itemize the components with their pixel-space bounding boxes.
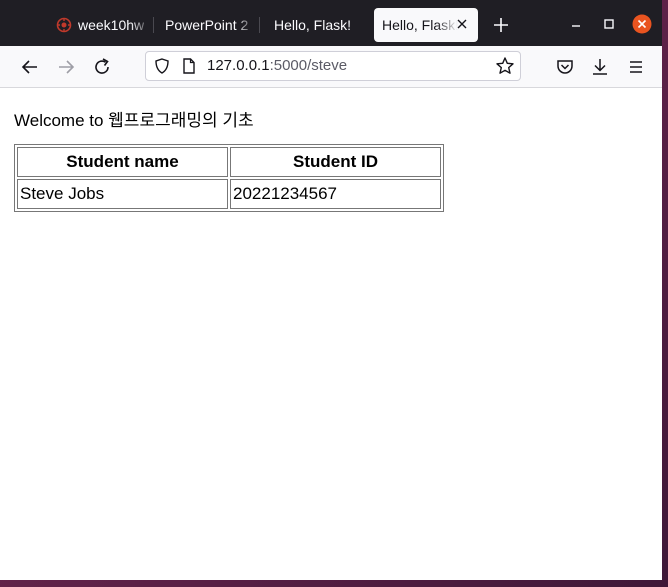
back-button[interactable] (19, 56, 41, 78)
menu-button[interactable] (625, 56, 647, 78)
new-tab-button[interactable] (490, 14, 512, 36)
url-text[interactable]: 127.0.0.1:5000/steve (207, 52, 347, 80)
url-host: 127.0.0.1 (207, 57, 270, 74)
arrow-right-icon (59, 60, 75, 74)
url-bar[interactable]: 127.0.0.1:5000/steve (145, 51, 521, 81)
pocket-button[interactable] (554, 56, 576, 78)
tab-week10hw[interactable]: week10hw (48, 8, 152, 42)
pocket-icon (557, 60, 573, 74)
shield-icon[interactable] (153, 57, 171, 75)
tab-close-button[interactable] (454, 16, 470, 32)
tab-hello-flask[interactable]: Hello, Flask! (266, 8, 366, 42)
close-window-icon (632, 14, 652, 34)
arrow-left-icon (21, 60, 37, 74)
table-header-row: Student name Student ID (17, 147, 441, 177)
cell-student-id: 20221234567 (230, 179, 441, 209)
close-window-button[interactable] (632, 14, 652, 34)
tab-bar: week10hw PowerPoint 2 Hello, Flask! Hell… (0, 0, 662, 46)
maximize-icon (604, 19, 614, 29)
table-row: Steve Jobs 20221234567 (17, 179, 441, 209)
reload-icon (95, 58, 109, 74)
forward-button[interactable] (55, 56, 77, 78)
tab-separator (259, 17, 260, 33)
tab-hello-flask-active[interactable]: Hello, Flask! (374, 8, 478, 42)
plus-icon (494, 18, 508, 32)
page-content: Welcome to 웹프로그래밍의 기초 Student name Stude… (0, 88, 662, 580)
minimize-icon (572, 25, 580, 27)
welcome-text: Welcome to 웹프로그래밍의 기초 (14, 111, 254, 130)
app-logo-icon (56, 17, 72, 33)
maximize-button[interactable] (599, 14, 619, 34)
downloads-button[interactable] (589, 56, 611, 78)
tab-label: Hello, Flask! (274, 17, 352, 33)
browser-window: week10hw PowerPoint 2 Hello, Flask! Hell… (0, 0, 662, 580)
page-icon[interactable] (180, 57, 198, 75)
navigation-toolbar: 127.0.0.1:5000/steve (0, 46, 662, 88)
close-icon (457, 19, 467, 29)
column-header-student-name: Student name (17, 147, 228, 177)
column-header-student-id: Student ID (230, 147, 441, 177)
url-path: :5000/steve (269, 57, 348, 74)
minimize-button[interactable] (566, 14, 586, 34)
tab-fade (130, 8, 152, 42)
tab-powerpoint[interactable]: PowerPoint 2 (157, 8, 257, 42)
hamburger-menu-icon (630, 61, 642, 73)
student-table: Student name Student ID Steve Jobs 20221… (14, 144, 444, 212)
tab-separator (153, 17, 154, 33)
cell-student-name: Steve Jobs (17, 179, 228, 209)
star-icon[interactable] (495, 56, 515, 76)
download-icon (593, 59, 607, 75)
tab-fade (235, 8, 257, 42)
reload-button[interactable] (91, 56, 113, 78)
